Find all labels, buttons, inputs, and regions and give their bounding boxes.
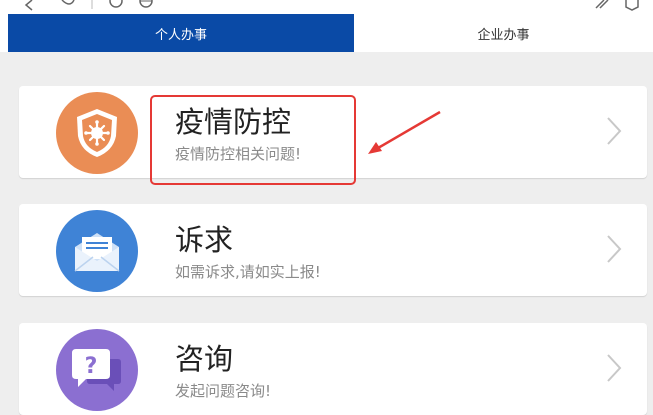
virus-shield-icon: [56, 92, 138, 174]
service-card-appeal[interactable]: 诉求 如需诉求,请如实上报!: [19, 204, 647, 296]
back-icon[interactable]: [24, 0, 33, 11]
cube-icon[interactable]: [625, 0, 639, 11]
globe-icon[interactable]: [139, 0, 153, 8]
tab-bar: 个人办事 企业办事: [0, 14, 653, 52]
share-icon[interactable]: [61, 0, 75, 5]
chevron-right-icon: [607, 117, 622, 145]
tab-enterprise[interactable]: 企业办事: [354, 14, 653, 52]
card-title: 诉求: [175, 223, 234, 257]
svg-text:?: ?: [85, 354, 98, 379]
card-subtitle: 如需诉求,请如实上报!: [175, 263, 321, 281]
question-chat-icon: ?: [56, 329, 138, 411]
card-title: 咨询: [175, 342, 234, 376]
browser-toolbar: [0, 0, 653, 14]
tab-personal-label: 个人办事: [154, 27, 207, 43]
card-subtitle: 疫情防控相关问题!: [175, 145, 302, 163]
card-subtitle: 发起问题咨询!: [175, 382, 272, 400]
envelope-icon: [56, 210, 138, 292]
card-title: 疫情防控: [175, 105, 292, 139]
tab-enterprise-label: 企业办事: [477, 27, 530, 43]
chevron-right-icon: [607, 354, 622, 382]
chevron-right-icon: [607, 235, 622, 263]
refresh-icon[interactable]: [109, 0, 123, 8]
service-card-consult[interactable]: ? 咨询 发起问题咨询!: [19, 323, 647, 415]
service-card-epidemic[interactable]: 疫情防控 疫情防控相关问题!: [19, 86, 647, 178]
tab-personal[interactable]: 个人办事: [8, 14, 354, 52]
pen-icon[interactable]: [595, 0, 609, 9]
